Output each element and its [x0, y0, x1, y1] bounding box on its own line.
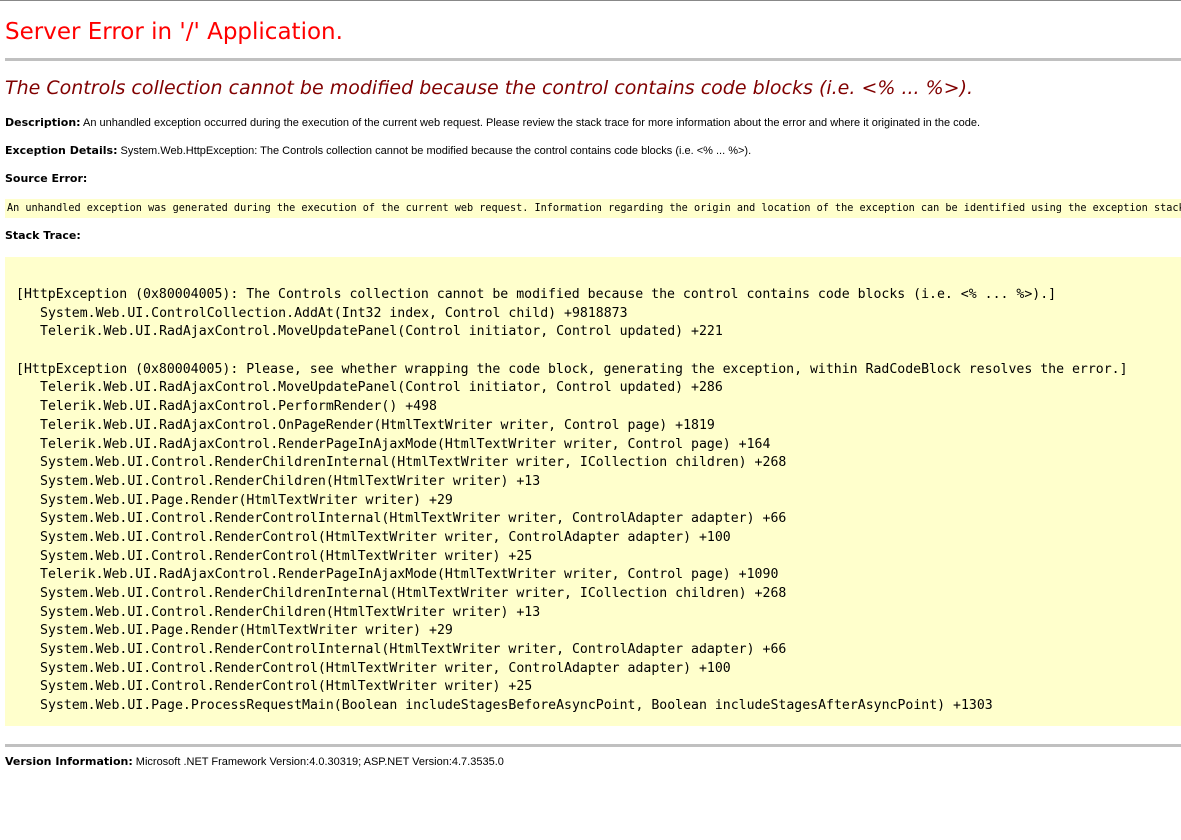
- error-message: The Controls collection cannot be modifi…: [5, 77, 974, 99]
- stack-trace-exception-header: [HttpException (0x80004005): Please, see…: [16, 361, 1128, 377]
- footer-divider: [5, 744, 1181, 747]
- error-page: Server Error in '/' Application. The Con…: [0, 1, 1181, 769]
- description-section: Description: An unhandled exception occu…: [5, 116, 1181, 130]
- page-title: Server Error in '/' Application.: [5, 19, 343, 45]
- stack-trace-frame: Telerik.Web.UI.RadAjaxControl.RenderPage…: [40, 436, 771, 452]
- stack-trace-frame: System.Web.UI.ControlCollection.AddAt(In…: [40, 305, 628, 321]
- version-label: Version Information:: [5, 755, 133, 768]
- stack-trace-frame: Telerik.Web.UI.RadAjaxControl.MoveUpdate…: [40, 380, 723, 396]
- stack-trace-frame: Telerik.Web.UI.RadAjaxControl.OnPageRend…: [40, 417, 715, 433]
- exception-details-section: Exception Details: System.Web.HttpExcept…: [5, 144, 1181, 158]
- stack-trace-frame: System.Web.UI.Control.RenderChildrenInte…: [40, 586, 787, 601]
- stack-trace-frame: Telerik.Web.UI.RadAjaxControl.MoveUpdate…: [40, 324, 723, 340]
- stack-trace-frame: System.Web.UI.Control.RenderControl(Html…: [40, 529, 731, 545]
- stack-trace-spacer: [16, 342, 1181, 361]
- stack-trace-frame: System.Web.UI.Page.Render(HtmlTextWriter…: [40, 623, 453, 639]
- stack-trace-frame: System.Web.UI.Page.ProcessRequestMain(Bo…: [40, 698, 993, 714]
- description-label: Description:: [5, 116, 81, 129]
- stack-trace-frame: System.Web.UI.Control.RenderControl(Html…: [40, 548, 533, 564]
- stack-trace-box: [HttpException (0x80004005): The Control…: [5, 257, 1181, 726]
- stack-trace-frame: System.Web.UI.Control.RenderChildren(Htm…: [40, 604, 541, 620]
- stack-trace-frame: System.Web.UI.Control.RenderControlInter…: [40, 642, 787, 658]
- stack-trace-frame: System.Web.UI.Control.RenderControlInter…: [40, 511, 787, 527]
- stack-trace-label: Stack Trace:: [5, 229, 81, 242]
- source-error-label: Source Error:: [5, 172, 88, 185]
- version-information: Version Information: Microsoft .NET Fram…: [5, 755, 1181, 769]
- stack-trace-frame: Telerik.Web.UI.RadAjaxControl.PerformRen…: [40, 399, 437, 415]
- version-text: Microsoft .NET Framework Version:4.0.303…: [135, 756, 504, 768]
- stack-trace-frame: System.Web.UI.Control.RenderChildrenInte…: [40, 455, 787, 471]
- stack-trace-frame: System.Web.UI.Control.RenderChildren(Htm…: [40, 473, 541, 489]
- source-error-section: Source Error:: [5, 172, 1181, 186]
- stack-trace-frame: System.Web.UI.Control.RenderControl(Html…: [40, 660, 731, 676]
- stack-trace-frame: Telerik.Web.UI.RadAjaxControl.RenderPage…: [40, 567, 779, 583]
- exception-details-text: System.Web.HttpException: The Controls c…: [120, 145, 752, 157]
- stack-trace-frame: System.Web.UI.Page.Render(HtmlTextWriter…: [40, 492, 453, 508]
- description-text: An unhandled exception occurred during t…: [83, 117, 981, 129]
- stack-trace-section: Stack Trace:: [5, 229, 1181, 243]
- stack-trace-frame: System.Web.UI.Control.RenderControl(Html…: [40, 679, 533, 695]
- source-error-text: An unhandled exception was generated dur…: [7, 203, 1181, 214]
- source-error-box: An unhandled exception was generated dur…: [5, 199, 1181, 218]
- exception-details-label: Exception Details:: [5, 144, 118, 157]
- stack-trace-exception-header: [HttpException (0x80004005): The Control…: [16, 287, 1057, 302]
